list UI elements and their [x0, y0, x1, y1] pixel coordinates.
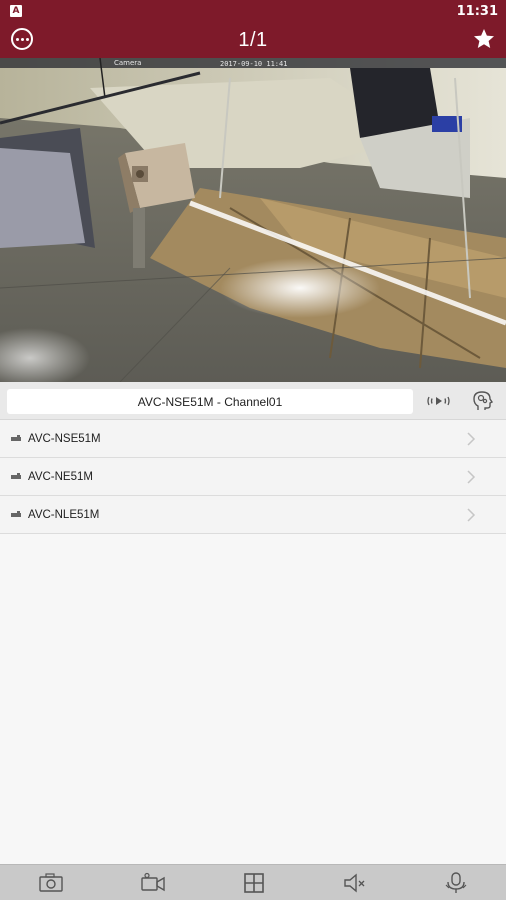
chevron-right-icon — [467, 470, 476, 484]
video-timestamp: 2017-09-10 11:41 — [220, 60, 288, 68]
live-video-view[interactable]: Camera 2017-09-10 11:41 — [0, 58, 506, 382]
status-bar: A 11:31 — [0, 0, 506, 22]
snapshot-icon[interactable] — [38, 871, 64, 895]
channel-name-field[interactable]: AVC-NSE51M - Channel01 — [7, 389, 413, 414]
video-frame — [0, 58, 506, 382]
bottom-toolbar — [0, 864, 506, 900]
video-camera-label: Camera — [114, 59, 142, 67]
device-row-2[interactable]: AVC-NE51M — [0, 458, 506, 496]
mute-icon[interactable] — [342, 871, 368, 895]
more-dot — [25, 37, 29, 41]
page-title: 1/1 — [238, 28, 268, 51]
camera-device-icon — [11, 473, 21, 479]
layout-grid-icon[interactable] — [241, 871, 267, 895]
device-label: AVC-NE51M — [28, 470, 93, 483]
favorite-star-icon[interactable] — [472, 27, 496, 51]
more-dot — [15, 37, 19, 41]
audio-wave-icon[interactable] — [426, 391, 452, 411]
more-options-button[interactable] — [11, 28, 33, 50]
camera-device-icon — [11, 435, 21, 441]
chevron-right-icon — [467, 508, 476, 522]
device-label: AVC-NLE51M — [28, 508, 100, 521]
chevron-right-icon — [467, 432, 476, 446]
device-row-1[interactable]: AVC-NSE51M — [0, 420, 506, 458]
camera-device-icon — [11, 511, 21, 517]
head-talk-icon[interactable] — [470, 388, 496, 414]
app-header: 1/1 — [0, 22, 506, 58]
status-time: 11:31 — [456, 3, 498, 19]
channel-bar: AVC-NSE51M - Channel01 — [0, 382, 506, 420]
device-label: AVC-NSE51M — [28, 432, 101, 445]
ptz-icon[interactable] — [443, 871, 469, 895]
status-indicator: A — [10, 5, 22, 17]
device-list: AVC-NSE51M AVC-NE51M AVC-NLE51M — [0, 420, 506, 534]
record-icon[interactable] — [140, 871, 166, 895]
more-dot — [20, 37, 24, 41]
device-row-3[interactable]: AVC-NLE51M — [0, 496, 506, 534]
